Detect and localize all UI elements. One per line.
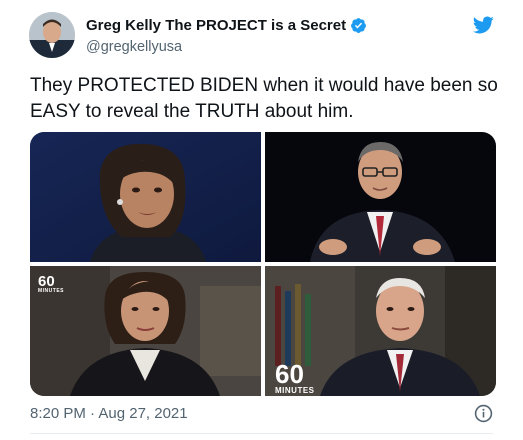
tweet-timestamp[interactable]: 8:20 PM · Aug 27, 2021: [30, 405, 188, 422]
sixty-minutes-logo: 60 MINUTES: [275, 359, 315, 395]
media-image-2[interactable]: [265, 132, 496, 262]
sixty-minutes-correspondent-image: [30, 266, 261, 396]
divider: [30, 433, 493, 434]
media-image-1[interactable]: [30, 132, 261, 262]
tweet-text: They PROTECTED BIDEN when it would have …: [30, 75, 498, 122]
verified-badge-icon: [351, 18, 367, 33]
author-name-row[interactable]: Greg Kelly The PROJECT is a Secret: [86, 17, 367, 34]
sixty-minutes-logo: 60 MINUTES: [38, 273, 64, 294]
debate-moderator-man-image: [265, 132, 496, 262]
media-image-4[interactable]: 60 MINUTES: [265, 266, 496, 396]
media-image-3[interactable]: 60 MINUTES: [30, 266, 261, 396]
tweet-card: Greg Kelly The PROJECT is a Secret @greg…: [0, 0, 523, 440]
twitter-bird-icon[interactable]: [470, 14, 496, 36]
media-grid[interactable]: 60 MINUTES 60 MINUTES: [30, 132, 496, 396]
display-name[interactable]: Greg Kelly The PROJECT is a Secret: [86, 17, 346, 34]
debate-moderator-woman-image: [30, 132, 261, 262]
avatar[interactable]: [29, 12, 75, 58]
info-icon[interactable]: [474, 404, 493, 423]
author-handle[interactable]: @gregkellyusa: [86, 39, 182, 55]
